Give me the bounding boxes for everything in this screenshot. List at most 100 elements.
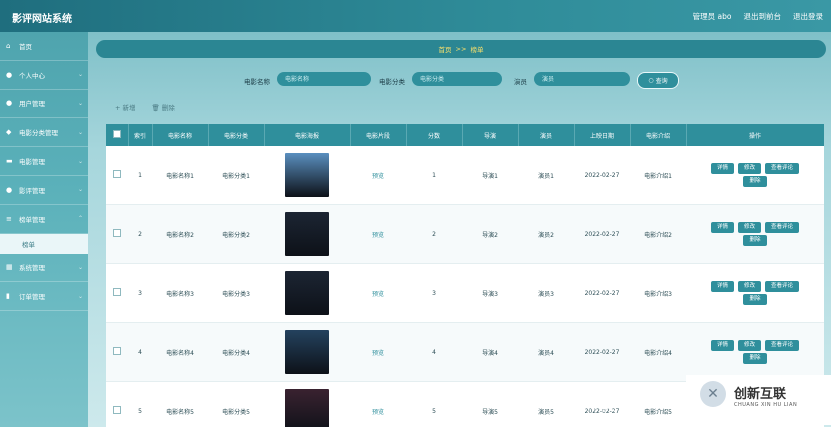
view-comments-button[interactable]: 查看评论 xyxy=(765,163,800,174)
edit-button[interactable]: 修改 xyxy=(737,222,761,233)
edit-button[interactable]: 修改 xyxy=(737,163,761,174)
detail-button[interactable]: 详情 xyxy=(710,340,734,351)
detail-button[interactable]: 详情 xyxy=(710,163,734,174)
clip-preview-link[interactable]: 预览 xyxy=(372,232,384,239)
cell-movie-category: 电影分类1 xyxy=(208,146,264,205)
cell-poster xyxy=(264,381,350,427)
movie-category-input[interactable] xyxy=(412,72,502,86)
column-header: 电影片段 xyxy=(350,124,407,146)
detail-button[interactable]: 详情 xyxy=(710,281,734,292)
cell-poster xyxy=(264,322,350,382)
delete-button[interactable]: 删除 xyxy=(743,353,767,364)
cell-score: 1 xyxy=(406,146,462,205)
row-checkbox[interactable] xyxy=(106,146,128,205)
cell-operations: 详情修改查看评论删除 xyxy=(686,322,824,382)
movie-name-input[interactable] xyxy=(277,72,371,86)
row-checkbox[interactable] xyxy=(106,381,128,427)
detail-button[interactable]: 详情 xyxy=(710,222,734,233)
delete-button[interactable]: 删除 xyxy=(743,294,767,305)
cell-score: 4 xyxy=(406,322,462,382)
movie-poster-image xyxy=(285,212,329,256)
add-button[interactable]: + 新增 xyxy=(115,102,136,112)
sidebar-item-label: 首页 xyxy=(19,42,32,51)
logout-link[interactable]: 退出登录 xyxy=(793,11,823,22)
sidebar-subitem-ranking[interactable]: 榜单 xyxy=(0,233,88,254)
cell-intro: 电影介绍2 xyxy=(630,204,686,264)
cell-score: 5 xyxy=(406,381,462,427)
search-button[interactable]: ○ 查询 xyxy=(637,72,679,89)
sidebar-item-profile[interactable]: ● 个人中心 ⌄ xyxy=(0,61,88,90)
table-row: 4 电影名称4 电影分类4 预览 4 导演4 演员4 2022-02-27 电影介绍4 详情 修改查… xyxy=(106,322,824,382)
movie-poster-image xyxy=(285,389,329,427)
chevron-up-icon: ⌃ xyxy=(77,215,83,223)
movie-poster-image xyxy=(285,271,329,315)
sidebar-item-label: 电影分类管理 xyxy=(19,129,58,138)
cell-release-date: 2022-02-27 xyxy=(574,263,630,323)
sidebar-item-label: 电影管理 xyxy=(19,158,45,167)
csdn-watermark: CSDN @李会 xyxy=(564,400,632,413)
cell-director: 导演3 xyxy=(462,263,518,323)
cell-clip: 预览 xyxy=(350,263,406,323)
row-checkbox[interactable] xyxy=(106,322,128,382)
delete-button[interactable]: 删除 xyxy=(743,235,767,246)
cell-clip: 预览 xyxy=(350,146,406,205)
view-comments-button[interactable]: 查看评论 xyxy=(765,281,800,292)
cell-movie-name: 电影名称1 xyxy=(152,146,208,205)
row-checkbox[interactable] xyxy=(106,263,128,323)
tag-icon: ◆ xyxy=(6,128,12,137)
cell-operations: 详情修改查看评论删除 xyxy=(686,263,824,323)
column-header: 电影海报 xyxy=(264,124,351,146)
chevron-down-icon: ⌄ xyxy=(77,263,83,271)
clip-preview-link[interactable]: 预览 xyxy=(372,291,384,298)
cell-movie-category: 电影分类3 xyxy=(208,263,264,323)
sidebar-item-reviews[interactable]: ● 影评管理 ⌄ xyxy=(0,176,88,205)
batch-delete-button[interactable]: 🗑 删除 xyxy=(152,102,175,112)
sidebar-item-movie-category[interactable]: ◆ 电影分类管理 ⌄ xyxy=(0,118,88,148)
clip-preview-link[interactable]: 预览 xyxy=(372,173,384,180)
cell-director: 导演1 xyxy=(462,146,518,205)
actor-label: 演员 xyxy=(514,78,527,86)
back-to-front-link[interactable]: 退出到前台 xyxy=(744,11,782,22)
cell-movie-category: 电影分类5 xyxy=(208,381,264,427)
view-comments-button[interactable]: 查看评论 xyxy=(765,340,800,351)
movie-category-label: 电影分类 xyxy=(379,78,405,86)
cell-poster xyxy=(264,146,350,205)
cell-index: 3 xyxy=(128,263,152,323)
chevron-down-icon: ⌄ xyxy=(77,128,83,136)
actor-input[interactable] xyxy=(534,72,630,86)
chevron-down-icon: ⌄ xyxy=(77,157,83,165)
cell-intro: 电影介绍5 xyxy=(630,381,686,427)
movie-poster-image xyxy=(285,330,329,374)
cell-intro: 电影介绍3 xyxy=(630,263,686,323)
breadcrumb-current: 榜单 xyxy=(470,46,484,54)
edit-button[interactable]: 修改 xyxy=(737,340,761,351)
comment-icon: ● xyxy=(6,185,13,194)
delete-button[interactable]: 删除 xyxy=(743,176,767,187)
breadcrumb-home[interactable]: 首页 xyxy=(439,44,452,54)
cell-actor: 演员3 xyxy=(518,263,574,323)
sidebar-item-system[interactable]: ▦ 系统管理 ⌄ xyxy=(0,254,88,283)
brand-name-en: CHUANG XIN HU LIAN xyxy=(734,402,798,408)
view-comments-button[interactable]: 查看评论 xyxy=(765,222,800,233)
cell-score: 2 xyxy=(406,204,462,264)
edit-button[interactable]: 修改 xyxy=(737,281,761,292)
cell-clip: 预览 xyxy=(350,322,406,382)
row-checkbox[interactable] xyxy=(106,204,128,264)
sidebar-item-users[interactable]: ● 用户管理 ⌄ xyxy=(0,90,88,119)
cell-clip: 预览 xyxy=(350,381,406,427)
user-icon: ● xyxy=(6,70,13,79)
column-header: 操作 xyxy=(686,124,824,146)
main-content: 首页 >> 榜单 电影名称 电影分类 演员 ○ 查询 + 新增 🗑 删除 xyxy=(88,32,831,427)
trash-icon: 🗑 xyxy=(151,104,162,112)
sidebar-item-rankings[interactable]: ≡ 榜单管理 ⌃ xyxy=(0,205,88,234)
chart-icon: ▮ xyxy=(6,292,10,301)
clip-preview-link[interactable]: 预览 xyxy=(372,409,384,416)
plus-icon: + xyxy=(115,104,123,112)
sidebar-item-movies[interactable]: ▬ 电影管理 ⌄ xyxy=(0,147,88,176)
sidebar-item-home[interactable]: ⌂ 首页 xyxy=(0,32,88,61)
sidebar-item-orders[interactable]: ▮ 订单管理 ⌄ xyxy=(0,282,88,312)
grid-icon: ▦ xyxy=(6,263,13,272)
select-all-checkbox[interactable] xyxy=(106,124,129,146)
clip-preview-link[interactable]: 预览 xyxy=(372,350,384,357)
film-icon: ▬ xyxy=(6,157,13,166)
